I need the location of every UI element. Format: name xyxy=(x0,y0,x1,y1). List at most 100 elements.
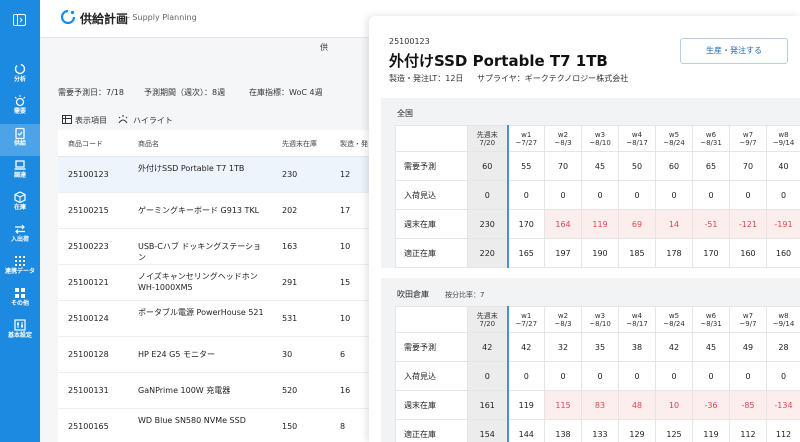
value-cell[interactable]: 0 xyxy=(655,180,693,210)
value-cell[interactable]: 0 xyxy=(507,180,545,210)
sidebar-item-6[interactable]: 連携データ xyxy=(0,252,40,284)
demand-icon xyxy=(14,95,26,107)
value-cell: 112 xyxy=(729,419,767,442)
column-header-name[interactable]: 商品名 xyxy=(138,139,159,149)
leadtime-cell: 10 xyxy=(340,314,351,323)
value-cell: 0 xyxy=(467,180,509,210)
value-cell: 154 xyxy=(467,419,509,442)
header-overflow-label: 供 xyxy=(320,43,328,52)
week-header: 先週末 7/20 xyxy=(467,306,509,333)
row-label: 適正在庫 xyxy=(395,419,468,442)
sidebar-item-2[interactable]: 供給 xyxy=(0,124,40,156)
product-code-cell: 25100121 xyxy=(68,278,109,287)
value-cell[interactable]: 0 xyxy=(507,361,545,391)
sidebar-item-3[interactable]: 調達 xyxy=(0,156,40,188)
value-cell[interactable]: 0 xyxy=(766,180,800,210)
value-cell[interactable]: 0 xyxy=(581,180,619,210)
week-header: w5 ~8/24 xyxy=(655,306,693,333)
value-cell: 138 xyxy=(544,419,582,442)
stock-index-label[interactable]: 在庫指標：WoC 4週 xyxy=(249,87,323,98)
value-cell[interactable]: 0 xyxy=(544,361,582,391)
value-cell: 48 xyxy=(618,390,656,420)
sidebar-item-8[interactable]: 基本設定 xyxy=(0,316,40,348)
value-cell: 45 xyxy=(581,151,619,181)
product-code-cell: 25100131 xyxy=(68,386,109,395)
collapse-sidebar-icon[interactable] xyxy=(13,14,26,26)
box-icon xyxy=(14,191,26,203)
week-header-label: w1 xyxy=(521,311,532,320)
value-cell[interactable]: 0 xyxy=(729,361,767,391)
supply-grid-national: 先週末 7/20 w1 ~7/27 w2 ~8/3 w3 ~8/10 w4 ~8/17 w5 ~8/2… xyxy=(395,125,800,268)
value-cell: 40 xyxy=(766,151,800,181)
stock-cell: 150 xyxy=(282,422,298,431)
week-header-date: ~8/10 xyxy=(589,138,611,147)
grid-header-row: 先週末 7/20 w1 ~7/27 w2 ~8/3 w3 ~8/10 w4 ~8/17 w5 ~8/2… xyxy=(395,125,800,152)
value-cell: 10 xyxy=(655,390,693,420)
display-items-button[interactable]: 表示項目 xyxy=(75,115,107,126)
value-cell: 42 xyxy=(655,332,693,362)
leadtime-cell: 17 xyxy=(340,206,351,215)
value-cell[interactable]: 0 xyxy=(581,361,619,391)
sidebar-item-1[interactable]: 需要 xyxy=(0,92,40,124)
product-code-cell: 25100123 xyxy=(68,170,109,179)
columns-icon[interactable] xyxy=(62,115,72,124)
stock-cell: 531 xyxy=(282,314,298,323)
week-header-label: 先週末 xyxy=(476,130,498,139)
table-row[interactable]: 25100121 ノイズキャンセリングヘッドホン WH-1000XM5 291 15 xyxy=(58,265,378,301)
value-cell[interactable]: 0 xyxy=(655,361,693,391)
value-cell[interactable]: 0 xyxy=(729,180,767,210)
value-cell: -191 xyxy=(766,209,800,239)
week-header-date: ~8/17 xyxy=(626,138,648,147)
value-cell: 129 xyxy=(618,419,656,442)
table-row[interactable]: 25100124 ポータブル電源 PowerHouse 521 531 10 xyxy=(58,301,378,337)
row-label: 週末在庫 xyxy=(395,209,468,239)
week-header-date: ~8/3 xyxy=(554,319,572,328)
sidebar-item-4[interactable]: 在庫 xyxy=(0,188,40,220)
week-header: w2 ~8/3 xyxy=(544,125,582,152)
table-row[interactable]: 25100128 HP E24 G5 モニター 30 6 xyxy=(58,337,378,373)
value-cell: 49 xyxy=(729,332,767,362)
table-row[interactable]: 25100165 WD Blue SN580 NVMe SSD 150 8 xyxy=(58,409,378,442)
column-header-leadtime[interactable]: 製造・発 xyxy=(340,139,368,149)
product-name-cell: ゲーミングキーボード G913 TKL xyxy=(138,206,260,215)
sidebar-item-7[interactable]: その他 xyxy=(0,284,40,316)
grid-row: 週末在庫 230 170 164 119 69 14 -51 -121 -191 xyxy=(395,209,800,239)
week-header-date: ~7/27 xyxy=(515,138,538,147)
produce-order-button[interactable]: 生産・発注する xyxy=(680,38,788,64)
sidebar-item-5[interactable]: 入出荷 xyxy=(0,220,40,252)
value-cell: 70 xyxy=(544,151,582,181)
value-cell[interactable]: 0 xyxy=(766,361,800,391)
value-cell[interactable]: 0 xyxy=(544,180,582,210)
section-suita-title: 吹田倉庫 xyxy=(397,290,429,299)
highlight-icon[interactable] xyxy=(118,115,128,124)
table-row[interactable]: 25100215 ゲーミングキーボード G913 TKL 202 17 xyxy=(58,193,378,229)
table-row[interactable]: 25100123 外付けSSD Portable T7 1TB 230 12 xyxy=(58,157,378,193)
product-name-cell: USB-Cハブ ドッキングステーション xyxy=(138,242,262,262)
week-header-label: 先週末 xyxy=(476,311,498,320)
column-header-code[interactable]: 商品コード xyxy=(68,139,103,149)
value-cell[interactable]: 0 xyxy=(692,180,730,210)
week-header-date: ~7/27 xyxy=(515,319,538,328)
table-row[interactable]: 25100131 GaNPrime 100W 充電器 520 16 xyxy=(58,373,378,409)
column-header-stock[interactable]: 先週末在庫 xyxy=(282,139,317,149)
highlight-button[interactable]: ハイライト xyxy=(133,115,173,126)
value-cell: 220 xyxy=(467,238,509,268)
value-cell: 45 xyxy=(692,332,730,362)
forecast-period-label[interactable]: 予測期間（週次）：8週 xyxy=(144,87,225,98)
leadtime-cell: 10 xyxy=(340,242,351,251)
week-header-date: ~8/31 xyxy=(700,138,722,147)
value-cell[interactable]: 0 xyxy=(618,180,656,210)
table-row[interactable]: 25100223 USB-Cハブ ドッキングステーション 163 10 xyxy=(58,229,378,265)
value-cell: -85 xyxy=(729,390,767,420)
product-code-cell: 25100165 xyxy=(68,422,109,431)
value-cell[interactable]: 0 xyxy=(692,361,730,391)
sidebar-item-0[interactable]: 分析 xyxy=(0,60,40,92)
week-header: w7 ~9/7 xyxy=(729,125,767,152)
row-label: 入荷見込 xyxy=(395,361,468,391)
value-cell: 38 xyxy=(618,332,656,362)
supply-grid-suita: 先週末 7/20 w1 ~7/27 w2 ~8/3 w3 ~8/10 w4 ~8/17 w5 ~8/2… xyxy=(395,306,800,442)
product-name-cell: 外付けSSD Portable T7 1TB xyxy=(138,164,245,173)
detail-product-code: 25100123 xyxy=(389,37,430,46)
week-header-label: w2 xyxy=(557,130,569,139)
value-cell[interactable]: 0 xyxy=(618,361,656,391)
